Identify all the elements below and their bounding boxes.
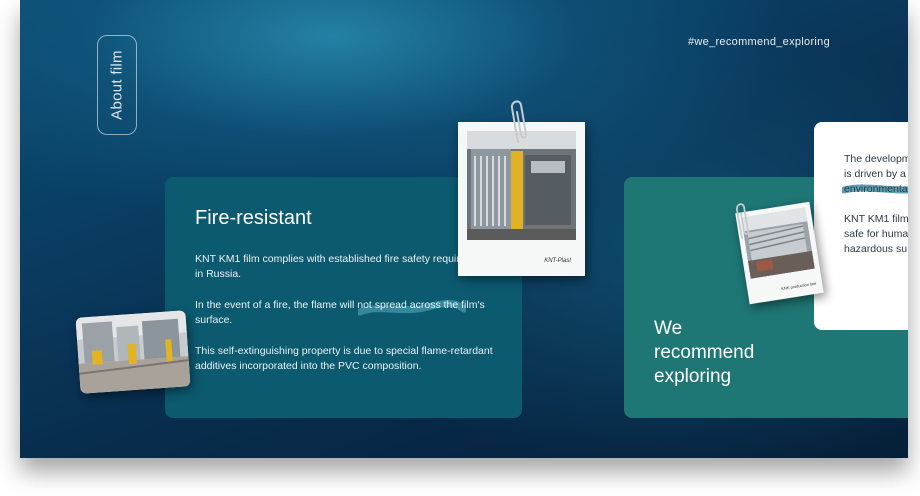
card-paragraph-2: In the event of a fire, the flame will n…	[195, 299, 485, 326]
polaroid-caption-small: KNK production line	[780, 280, 817, 292]
card-paragraph-3: This self-extinguishing property is due …	[195, 345, 493, 372]
hashtag-link[interactable]: #we_recommend_exploring	[688, 36, 830, 48]
info-paragraph-1: The developm is driven by a f environmen…	[844, 152, 908, 197]
paper-clip-icon-small	[736, 203, 750, 239]
card-paragraph-1: KNT KM1 film complies with established f…	[195, 253, 495, 280]
info-line-4: KNT KM1 film i	[844, 213, 908, 225]
about-film-tab[interactable]: About film	[97, 35, 137, 135]
about-film-label: About film	[108, 50, 126, 120]
info-line-2: is driven by a f	[844, 168, 908, 180]
info-line-3: environmenta	[844, 183, 908, 195]
headline-line-1: We	[654, 318, 683, 339]
machine-photo	[467, 131, 576, 240]
info-line-5: safe for huma	[844, 228, 908, 240]
card-title: Fire-resistant	[195, 207, 312, 229]
info-line-6: hazardous su	[844, 243, 908, 255]
polaroid-caption: KNT-Plast	[544, 258, 571, 264]
info-paragraph-2: KNT KM1 film i safe for huma hazardous s…	[844, 212, 908, 257]
headline-line-3: exploring	[654, 366, 732, 387]
headline-line-2: recommend	[654, 342, 755, 363]
info-card: The developm is driven by a f environmen…	[814, 122, 908, 330]
paper-clip-icon	[510, 100, 528, 143]
hero-section: About film #we_recommend_exploring Fire-…	[20, 0, 908, 458]
info-line-1: The developm	[844, 153, 908, 165]
recommend-headline: We recommend exploring	[654, 317, 794, 389]
factory-photo	[75, 310, 191, 394]
